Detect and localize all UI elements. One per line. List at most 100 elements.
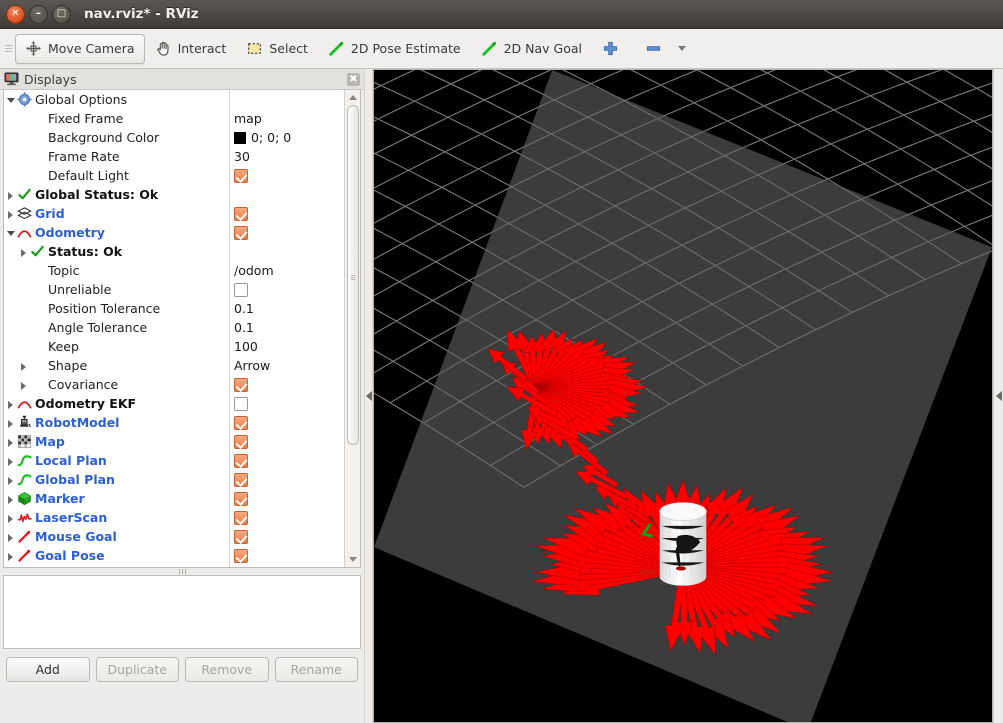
tree-row-value[interactable] xyxy=(229,546,344,565)
maximize-icon[interactable]: □ xyxy=(52,5,71,24)
tree-vertical-scrollbar[interactable] xyxy=(344,90,360,567)
tree-row[interactable]: RobotModel xyxy=(4,413,344,432)
displays-tree[interactable]: Global OptionsFixed FramemapBackground C… xyxy=(4,90,344,567)
tree-row[interactable]: Map xyxy=(4,432,344,451)
tree-row[interactable]: Grid xyxy=(4,204,344,223)
close-icon[interactable]: ✕ xyxy=(6,5,25,24)
minimize-icon[interactable]: – xyxy=(29,5,48,24)
tree-row-value[interactable] xyxy=(229,185,344,204)
tree-row-value[interactable]: 0; 0; 0 xyxy=(229,128,344,147)
duplicate-button[interactable]: Duplicate xyxy=(96,657,180,682)
tree-row-value[interactable]: 0.1 xyxy=(229,318,344,337)
close-panel-icon[interactable]: ✖ xyxy=(347,73,360,86)
tree-row-value[interactable] xyxy=(229,489,344,508)
toolbar-drag-handle[interactable] xyxy=(4,40,13,58)
chevron-right-icon[interactable] xyxy=(4,549,17,562)
tool-remove[interactable] xyxy=(635,34,696,64)
chevron-right-icon[interactable] xyxy=(4,435,17,448)
tree-row-value[interactable] xyxy=(229,413,344,432)
tool-select[interactable]: Select xyxy=(236,34,318,64)
enable-checkbox[interactable] xyxy=(234,473,248,487)
tree-row-value[interactable]: 0.1 xyxy=(229,299,344,318)
tree-row[interactable]: Covariance xyxy=(4,375,344,394)
tree-row-value[interactable] xyxy=(229,432,344,451)
enable-checkbox[interactable] xyxy=(234,283,248,297)
chevron-right-icon[interactable] xyxy=(4,492,17,505)
tree-row[interactable]: Odometry EKF xyxy=(4,394,344,413)
remove-button[interactable]: Remove xyxy=(185,657,269,682)
tree-row[interactable]: Angle Tolerance0.1 xyxy=(4,318,344,337)
scroll-thumb[interactable] xyxy=(347,105,359,445)
tool-2d-pose-estimate[interactable]: 2D Pose Estimate xyxy=(318,34,471,64)
tree-row-value[interactable] xyxy=(229,394,344,413)
tree-row[interactable]: Default Light xyxy=(4,166,344,185)
tree-row-value[interactable] xyxy=(229,90,344,109)
tree-row[interactable]: ShapeArrow xyxy=(4,356,344,375)
enable-checkbox[interactable] xyxy=(234,549,248,563)
chevron-right-icon[interactable] xyxy=(17,245,30,258)
tree-row-value[interactable] xyxy=(229,375,344,394)
tree-row-value[interactable] xyxy=(229,565,344,567)
tree-row-value[interactable] xyxy=(229,166,344,185)
panel-splitter[interactable] xyxy=(3,568,361,575)
tree-row[interactable]: Unreliable xyxy=(4,280,344,299)
tree-row-value[interactable]: map xyxy=(229,109,344,128)
tree-row[interactable]: Global Status: Ok xyxy=(4,185,344,204)
tool-2d-nav-goal[interactable]: 2D Nav Goal xyxy=(471,34,592,64)
chevron-right-icon[interactable] xyxy=(4,530,17,543)
tree-row[interactable]: Topic/odom xyxy=(4,261,344,280)
chevron-right-icon[interactable] xyxy=(4,397,17,410)
enable-checkbox[interactable] xyxy=(234,397,248,411)
chevron-down-icon[interactable] xyxy=(4,93,17,106)
chevron-right-icon[interactable] xyxy=(4,188,17,201)
enable-checkbox[interactable] xyxy=(234,416,248,430)
tree-row-value[interactable] xyxy=(229,470,344,489)
rename-button[interactable]: Rename xyxy=(275,657,359,682)
tree-row[interactable]: Mouse Goal xyxy=(4,527,344,546)
tree-row[interactable]: Status: Ok xyxy=(4,242,344,261)
tree-row[interactable]: Global Options xyxy=(4,90,344,109)
tree-row[interactable]: Local Plan xyxy=(4,451,344,470)
tree-row-value[interactable]: 100 xyxy=(229,337,344,356)
tree-row[interactable]: Global Plan xyxy=(4,470,344,489)
enable-checkbox[interactable] xyxy=(234,226,248,240)
tree-row[interactable]: Marker xyxy=(4,489,344,508)
enable-checkbox[interactable] xyxy=(234,207,248,221)
tree-row[interactable]: Goal Pose xyxy=(4,546,344,565)
add-button[interactable]: Add xyxy=(6,657,90,682)
tree-row-value[interactable] xyxy=(229,451,344,470)
enable-checkbox[interactable] xyxy=(234,530,248,544)
tool-interact[interactable]: Interact xyxy=(145,34,237,64)
scroll-down-button[interactable] xyxy=(346,552,360,567)
tree-row-value[interactable]: Arrow xyxy=(229,356,344,375)
render-view-3d[interactable] xyxy=(373,69,993,723)
scroll-up-button[interactable] xyxy=(346,90,360,105)
enable-checkbox[interactable] xyxy=(234,435,248,449)
tree-row-value[interactable] xyxy=(229,242,344,261)
tree-row-value[interactable]: /odom xyxy=(229,261,344,280)
tree-row[interactable]: Background Color0; 0; 0 xyxy=(4,128,344,147)
tree-row-value[interactable] xyxy=(229,223,344,242)
tree-row-value[interactable] xyxy=(229,280,344,299)
chevron-right-icon[interactable] xyxy=(4,511,17,524)
tool-add[interactable] xyxy=(592,34,635,64)
tree-row[interactable]: Fixed Framemap xyxy=(4,109,344,128)
tool-move-camera[interactable]: Move Camera xyxy=(15,34,145,64)
enable-checkbox[interactable] xyxy=(234,511,248,525)
enable-checkbox[interactable] xyxy=(234,454,248,468)
chevron-right-icon[interactable] xyxy=(17,359,30,372)
chevron-right-icon[interactable] xyxy=(17,378,30,391)
chevron-right-icon[interactable] xyxy=(4,473,17,486)
chevron-right-icon[interactable] xyxy=(4,454,17,467)
tree-row-value[interactable]: 30 xyxy=(229,147,344,166)
left-collapse-handle[interactable] xyxy=(364,69,373,723)
chevron-right-icon[interactable] xyxy=(4,416,17,429)
enable-checkbox[interactable] xyxy=(234,169,248,183)
tree-row[interactable]: Frame Rate30 xyxy=(4,147,344,166)
chevron-down-icon[interactable] xyxy=(678,46,686,51)
tree-row[interactable]: LaserScan xyxy=(4,508,344,527)
tree-row-value[interactable] xyxy=(229,204,344,223)
enable-checkbox[interactable] xyxy=(234,378,248,392)
right-collapse-handle[interactable] xyxy=(993,69,1003,723)
scroll-track[interactable] xyxy=(346,105,360,552)
